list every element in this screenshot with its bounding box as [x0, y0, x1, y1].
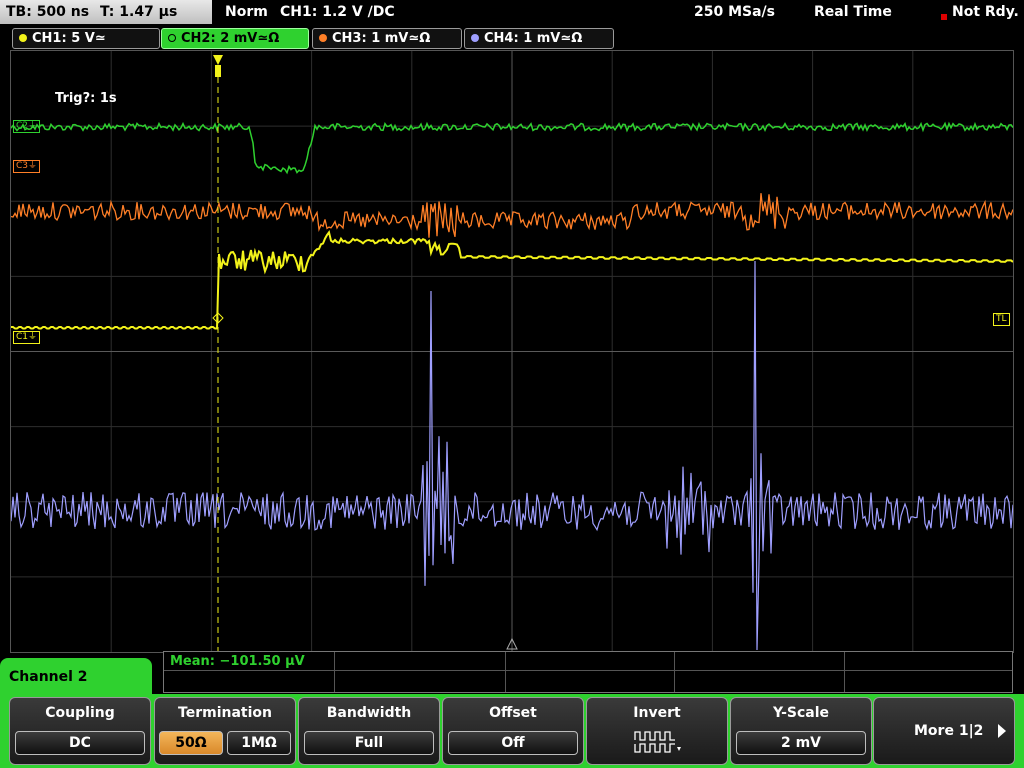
channel-menu-title-text: Channel 2	[9, 669, 88, 685]
ch1-ref-marker[interactable]: C1⏚	[13, 331, 41, 344]
graticule	[11, 51, 1013, 652]
offset-value[interactable]: Off	[448, 731, 578, 755]
tab-ch1-label: CH1: 5 V≃	[32, 31, 106, 46]
bandwidth-value[interactable]: Full	[304, 731, 434, 755]
termination-title: Termination	[178, 705, 272, 721]
measurement-panel: Mean: −101.50 µV	[163, 651, 1013, 693]
trigger-position-stem	[215, 65, 221, 77]
offset-softkey[interactable]: Offset Off	[442, 697, 584, 765]
timebase-box[interactable]: TB: 500 ns T: 1.47 µs	[0, 0, 212, 24]
mean-measurement: Mean: −101.50 µV	[170, 654, 305, 669]
measurement-col-divider	[505, 652, 506, 692]
yscale-title: Y-Scale	[772, 705, 829, 721]
time-position-value: T: 1.47 µs	[100, 4, 178, 20]
trigger-level-marker[interactable]: TL	[993, 313, 1010, 326]
measurement-row-divider	[164, 670, 1012, 671]
bandwidth-softkey[interactable]: Bandwidth Full	[298, 697, 440, 765]
ch3-color-icon	[319, 34, 327, 42]
waveform-display[interactable]: Trig?: 1s C2⏚ C3⏚ C1⏚ TL	[10, 50, 1014, 653]
acquisition-mode: Real Time	[814, 4, 892, 20]
measurement-col-divider	[844, 652, 845, 692]
status-bar: TB: 500 ns T: 1.47 µs Norm CH1: 1.2 V ∕D…	[0, 0, 1024, 24]
trigger-timeout-text: Trig?: 1s	[55, 91, 117, 106]
coupling-title: Coupling	[45, 705, 115, 721]
tab-ch1[interactable]: CH1: 5 V≃	[12, 28, 160, 49]
yscale-softkey[interactable]: Y-Scale 2 mV	[730, 697, 872, 765]
coupling-softkey[interactable]: Coupling DC	[9, 697, 151, 765]
ch3-ref-marker[interactable]: C3⏚	[13, 160, 41, 173]
next-page-icon	[998, 724, 1006, 738]
termination-50ohm-option[interactable]: 50Ω	[159, 731, 223, 755]
acquisition-status: Not Rdy.	[952, 4, 1019, 20]
invert-softkey[interactable]: Invert	[586, 697, 728, 765]
ch2-ref-marker[interactable]: C2⏚	[13, 120, 41, 133]
bandwidth-title: Bandwidth	[326, 705, 412, 721]
sample-rate: 250 MSa/s	[694, 4, 776, 20]
not-ready-indicator-icon	[941, 14, 947, 20]
invert-title: Invert	[633, 705, 681, 721]
trigger-source[interactable]: CH1: 1.2 V ∕DC	[280, 0, 395, 24]
channel-menu-title: Channel 2	[0, 658, 152, 698]
tab-ch4[interactable]: CH4: 1 mV≃Ω	[464, 28, 614, 49]
ch1-color-icon	[19, 34, 27, 42]
more-label: More 1|2	[914, 723, 984, 739]
timebase-value: TB: 500 ns	[6, 4, 90, 20]
coupling-value[interactable]: DC	[15, 731, 145, 755]
offset-title: Offset	[489, 705, 537, 721]
tab-ch3[interactable]: CH3: 1 mV≃Ω	[312, 28, 462, 49]
tab-ch2-label: CH2: 2 mV≃Ω	[181, 31, 280, 46]
termination-1mohm-option[interactable]: 1MΩ	[227, 731, 291, 755]
ch4-color-icon	[471, 34, 479, 42]
invert-waveform-icon	[634, 731, 681, 753]
yscale-value[interactable]: 2 mV	[736, 731, 866, 755]
waveform-svg	[11, 51, 1013, 652]
measurement-col-divider	[334, 652, 335, 692]
trigger-position-icon[interactable]	[213, 55, 223, 65]
trigger-mode[interactable]: Norm	[225, 0, 268, 24]
tab-ch4-label: CH4: 1 mV≃Ω	[484, 31, 583, 46]
termination-softkey[interactable]: Termination 50Ω 1MΩ	[154, 697, 296, 765]
measurement-col-divider	[674, 652, 675, 692]
tab-ch2[interactable]: CH2: 2 mV≃Ω	[161, 28, 309, 49]
ch2-color-icon	[168, 34, 176, 42]
tab-ch3-label: CH3: 1 mV≃Ω	[332, 31, 431, 46]
more-softkey[interactable]: More 1|2	[873, 697, 1015, 765]
